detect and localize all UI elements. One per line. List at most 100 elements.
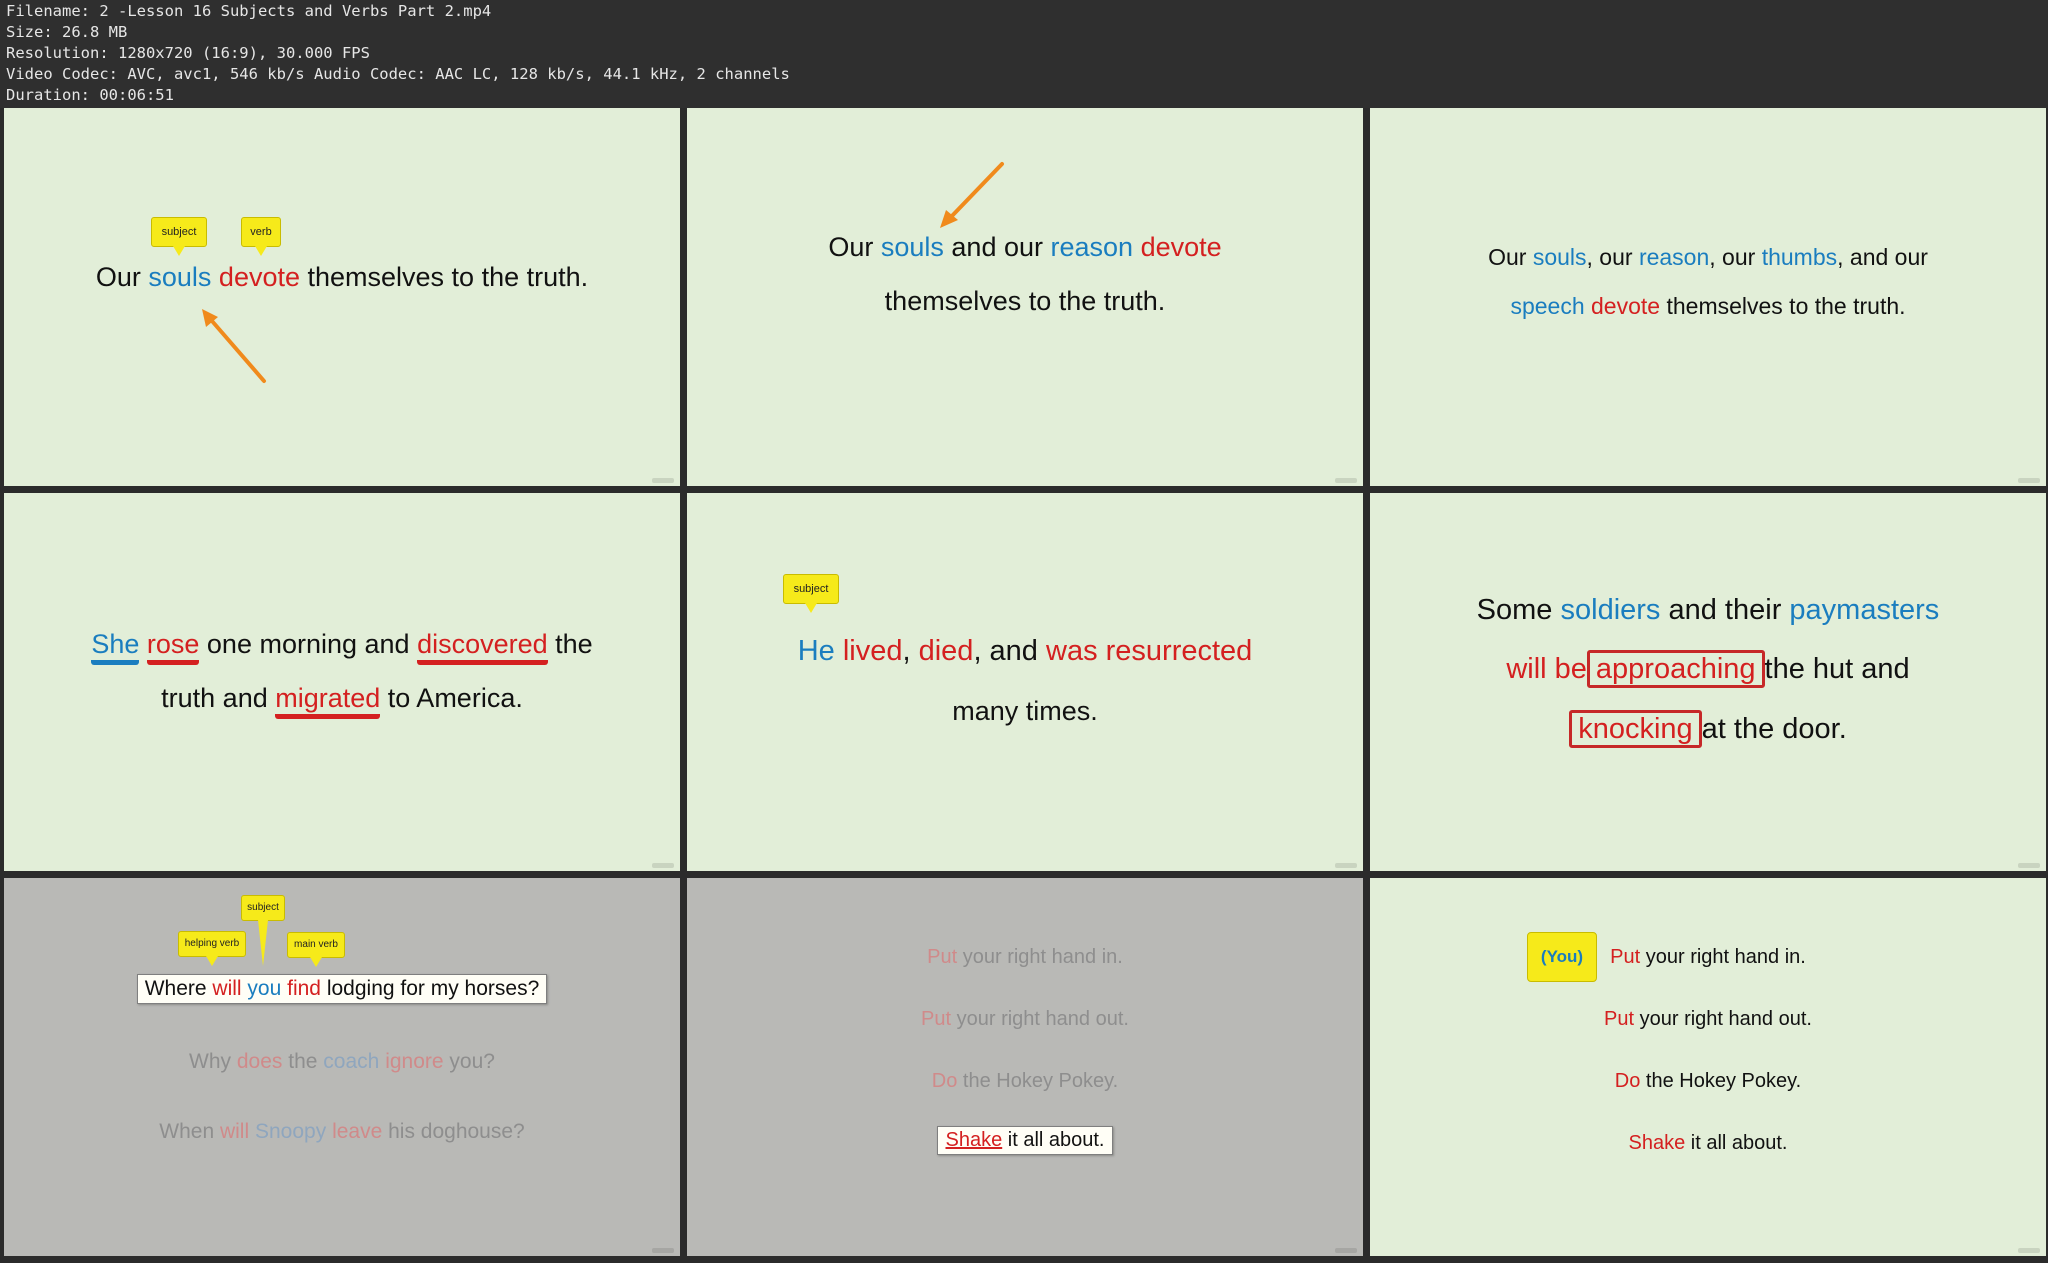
word: the Hokey Pokey. [957,1070,1119,1092]
verb-callout: verb [241,217,281,256]
word: , and [973,635,1046,667]
subject-word: reason [1050,232,1134,262]
subject-word: thumbs [1761,244,1838,270]
thumbnail-4[interactable]: She rose one morning and discovered the … [4,493,680,871]
word: , [902,635,919,667]
callout-label: main verb [294,939,338,950]
callout-label: subject [793,583,829,595]
word: , our [1709,244,1762,270]
thumbnail-1[interactable]: subject verb Our souls devote themselves… [4,108,680,486]
subject-word: souls [148,262,212,292]
word: Our [95,262,149,292]
word [1133,232,1141,262]
subject-word: soldiers [1560,594,1661,626]
subject-callout: subject [783,574,839,613]
subject-word: Snoopy [254,1120,327,1143]
subject-word: souls [1532,244,1587,270]
word [139,629,147,659]
arrow-icon [202,309,266,383]
codec-text: Video Codec: AVC, avc1, 546 kb/s Audio C… [6,65,790,83]
word: your right hand in. [957,946,1123,968]
helping-verb-callout: helping verb [178,931,246,966]
highlighted-sentence: Where will you find lodging for my horse… [136,974,548,1004]
word: Some [1476,594,1561,626]
sentence-line-2: will be approaching the hut and [1370,650,2046,688]
word: it all about. [1685,1132,1788,1154]
file-info-header: Filename: 2 -Lesson 16 Subjects and Verb… [0,0,2048,108]
word: your right hand out. [1634,1008,1812,1030]
word: Our [828,232,881,262]
resolution-text: Resolution: 1280x720 (16:9), 30.000 FPS [6,44,370,62]
watermark [652,478,674,483]
lyric-line-3: Do the Hokey Pokey. [1370,1070,2046,1093]
subject-word: He [797,635,835,667]
word: the [282,1050,324,1073]
boxed-verb-word: approaching [1586,650,1765,688]
word: the [547,629,593,659]
subject-word: paymasters [1789,594,1940,626]
word: Where [144,977,213,1000]
word: Our [1488,244,1533,270]
verb-word: will be [1506,653,1587,685]
word: at the door. [1701,713,1847,745]
lyric-line-2: Put your right hand out. [1370,1008,2046,1031]
sentence-line-1: Our souls, our reason, our thumbs, and o… [1370,244,2046,271]
arrow-icon [940,162,1004,228]
word: themselves to the truth. [1660,293,1906,319]
thumbnail-8[interactable]: Put your right hand in. Put your right h… [687,878,1363,1256]
word: , our [1586,244,1639,270]
lyric-line-1: Put your right hand in. [1370,946,2046,969]
word: you? [443,1050,495,1073]
lyric-line-3: Do the Hokey Pokey. [687,1070,1363,1093]
watermark [2018,1248,2040,1253]
main-verb-callout: main verb [287,932,345,967]
word: and their [1660,594,1790,626]
subject-word: coach [323,1050,380,1073]
thumbnail-2[interactable]: Our souls and our reason devote themselv… [687,108,1363,486]
word: the hut and [1764,653,1910,685]
watermark [2018,478,2040,483]
subject-callout: subject [241,895,285,966]
sentence-line-1: Our souls and our reason devote [687,232,1363,263]
word: it all about. [1002,1129,1105,1151]
sentence-line-2: speech devote themselves to the truth. [1370,293,2046,320]
callout-label: helping verb [184,938,240,949]
sentence-line-1: Some soldiers and their paymasters [1370,594,2046,627]
sentence-line-1: She rose one morning and discovered the [4,629,680,665]
verb-word: died [918,635,974,667]
lyric-line-4: Shake it all about. [1370,1132,2046,1155]
verb-word: Shake [1628,1132,1686,1154]
watermark [1335,863,1357,868]
verb-word: will [212,977,242,1000]
word: your right hand out. [951,1008,1129,1030]
verb-word: Put [921,1008,952,1030]
verb-word: Do [1614,1070,1641,1092]
question-line-2: Why does the coach ignore you? [4,1050,680,1074]
callout-label: verb [250,226,272,238]
word: the Hokey Pokey. [1640,1070,1802,1092]
subject-word: souls [880,232,944,262]
verb-word: Put [1604,1008,1635,1030]
thumbnail-9[interactable]: (You) Put your right hand in. Put your r… [1370,878,2046,1256]
sentence-line-2: truth and migrated to America. [4,683,680,719]
thumbnail-5[interactable]: subject He lived, died, and was resurrec… [687,493,1363,871]
thumbnail-3[interactable]: Our souls, our reason, our thumbs, and o… [1370,108,2046,486]
subject-word: She [91,629,140,665]
word: themselves to the truth. [300,262,589,292]
word [211,262,219,292]
word: Why [189,1050,237,1073]
word: When [159,1120,220,1143]
subject-callout: subject [151,217,207,256]
thumbnail-6[interactable]: Some soldiers and their paymasters will … [1370,493,2046,871]
sentence-line-2: themselves to the truth. [884,286,1166,316]
verb-word: lived [842,635,903,667]
thumbnail-7[interactable]: subject helping verb main verb Where wil… [4,878,680,1256]
verb-word: discovered [417,629,548,665]
subject-word: reason [1638,244,1710,270]
sentence-line-1: He lived, died, and was resurrected [687,635,1363,668]
thumbnail-grid: subject verb Our souls devote themselves… [4,108,2046,1260]
subject-word: you [247,977,282,1000]
verb-word: devote [1591,293,1661,319]
word: truth and [161,683,276,713]
word: and our [943,232,1051,262]
